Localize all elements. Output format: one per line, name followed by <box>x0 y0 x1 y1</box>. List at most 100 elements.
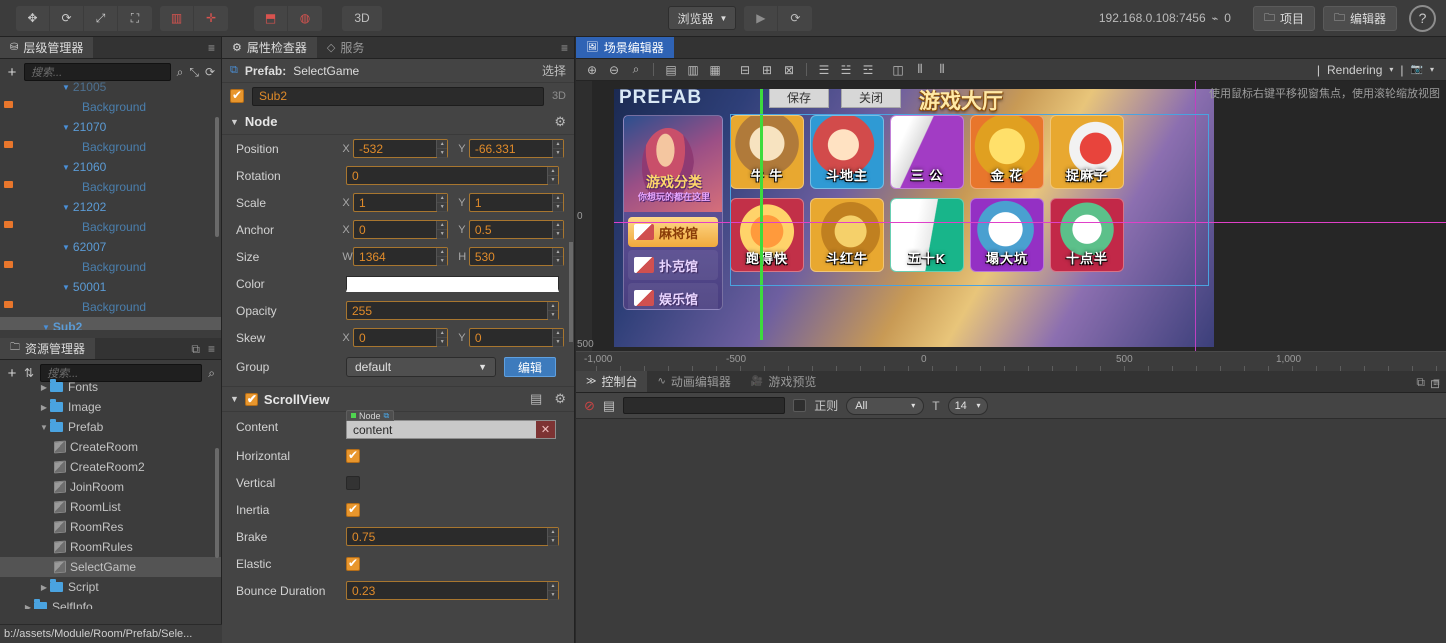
gizmo-local-icon[interactable]: ⬒ <box>254 6 288 31</box>
expand-arrow-icon[interactable]: ▼ <box>62 163 70 172</box>
brake-input[interactable]: 0.75 ▲▼ <box>346 527 559 546</box>
expand-arrow-icon[interactable]: ▼ <box>62 83 70 92</box>
content-clear-button[interactable]: ✕ <box>536 421 555 438</box>
y-axis-gizmo[interactable] <box>760 89 763 340</box>
toggle-3d-button[interactable]: 3D <box>342 6 382 31</box>
move-tool[interactable]: ✥ <box>16 6 50 31</box>
hierarchy-scrollbar[interactable] <box>215 117 219 237</box>
chevron-down-icon[interactable]: ▾ <box>1389 65 1393 74</box>
distribute-h-icon[interactable]: ◫ <box>888 61 908 79</box>
open-project-button[interactable]: 🗀 项目 <box>1253 6 1315 31</box>
open-editor-button[interactable]: 🗀 编辑器 <box>1323 6 1397 31</box>
rotate-tool[interactable]: ⟳ <box>50 6 84 31</box>
expand-arrow-icon[interactable]: ▼ <box>62 123 70 132</box>
align-bottom-icon[interactable]: ⊠ <box>779 61 799 79</box>
hierarchy-node[interactable]: Background <box>0 97 221 117</box>
collapse-arrow-icon[interactable]: ▶ <box>38 403 50 412</box>
asset-prefab-row[interactable]: JoinRoom <box>0 477 221 497</box>
asset-prefab-row[interactable]: RoomRes <box>0 517 221 537</box>
asset-prefab-row[interactable]: CreateRoom2 <box>0 457 221 477</box>
scale-x-stepper[interactable]: ▲▼ <box>436 194 447 211</box>
hierarchy-tree[interactable]: ▼21005Background▼21070Background▼21060Ba… <box>0 77 221 330</box>
rendering-label[interactable]: Rendering <box>1327 63 1382 77</box>
tab-hierarchy[interactable]: ⛁ 层级管理器 <box>0 37 93 58</box>
scrollview-section-header[interactable]: ▼ ScrollView ▤ ⚙ <box>222 386 574 412</box>
console-filter-input[interactable] <box>623 397 785 414</box>
assets-scrollbar[interactable] <box>215 448 219 558</box>
assets-tree[interactable]: ▶Fonts▶Image▼PrefabCreateRoomCreateRoom2… <box>0 377 221 609</box>
hierarchy-node[interactable]: Background <box>0 297 221 317</box>
inspector-menu-icon[interactable]: ≡ <box>561 41 568 55</box>
browser-selector[interactable]: 浏览器 ▼ <box>668 6 736 30</box>
tab-game-preview[interactable]: 🎥 游戏预览 <box>741 371 826 392</box>
bounce-duration-input[interactable]: 0.23 ▲▼ <box>346 581 559 600</box>
regex-checkbox[interactable] <box>793 399 806 412</box>
assets-copy-icon[interactable]: ⧉ <box>191 342 200 357</box>
hierarchy-node[interactable]: Background <box>0 137 221 157</box>
scale-y-input[interactable]: 1 ▲▼ <box>469 193 564 212</box>
rotation-stepper[interactable]: ▲▼ <box>547 167 558 184</box>
color-swatch[interactable] <box>346 276 559 292</box>
anchor-y-input[interactable]: 0.5 ▲▼ <box>469 220 564 239</box>
asset-prefab-row[interactable]: RoomRules <box>0 537 221 557</box>
node-section-gear-icon[interactable]: ⚙ <box>554 114 566 130</box>
play-button[interactable]: ▶ <box>744 6 778 31</box>
skew-x-input[interactable]: 0 ▲▼ <box>353 328 448 347</box>
distribute-top-icon[interactable]: ☰ <box>814 61 834 79</box>
expand-arrow-icon[interactable]: ▼ <box>42 323 50 331</box>
hierarchy-node[interactable]: ▼21202 <box>0 197 221 217</box>
game-card[interactable]: 十点半 <box>1050 198 1124 272</box>
hierarchy-node[interactable]: ▼62007 <box>0 237 221 257</box>
scrollview-gear-icon[interactable]: ⚙ <box>554 391 566 407</box>
asset-prefab-row[interactable]: CreateRoom <box>0 437 221 457</box>
zoom-out-icon[interactable]: ⊖ <box>604 61 624 79</box>
group-edit-button[interactable]: 编辑 <box>504 357 556 377</box>
expand-arrow-icon[interactable]: ▼ <box>62 283 70 292</box>
expand-arrow-icon[interactable]: ▼ <box>38 423 50 432</box>
asset-folder-row[interactable]: ▶Fonts <box>0 377 221 397</box>
game-card[interactable]: 金 花 <box>970 115 1044 189</box>
scrollview-enabled-checkbox[interactable] <box>245 393 258 406</box>
log-file-button[interactable]: ▤ <box>603 398 615 414</box>
elastic-checkbox[interactable] <box>346 557 360 571</box>
scrollview-help-icon[interactable]: ▤ <box>530 391 542 407</box>
console-log-area[interactable] <box>576 419 1446 643</box>
lock-icon[interactable] <box>4 222 13 233</box>
align-right-icon[interactable]: ▦ <box>705 61 725 79</box>
opacity-input[interactable]: 255 ▲▼ <box>346 301 559 320</box>
coordinate-toggle[interactable]: ✛ <box>194 6 228 31</box>
game-card[interactable]: 捉麻子 <box>1050 115 1124 189</box>
position-y-stepper[interactable]: ▲▼ <box>552 140 563 157</box>
game-card[interactable]: 斗红牛 <box>810 198 884 272</box>
align-top-icon[interactable]: ⊟ <box>735 61 755 79</box>
distribute-middle-icon[interactable]: ☱ <box>836 61 856 79</box>
scale-tool[interactable]: ⤢ <box>84 6 118 31</box>
tab-console[interactable]: ≫ 控制台 <box>576 371 647 392</box>
hierarchy-menu-icon[interactable]: ≡ <box>208 41 215 55</box>
clear-console-button[interactable]: ⊘ <box>584 398 595 414</box>
opacity-stepper[interactable]: ▲▼ <box>547 302 558 319</box>
hierarchy-node[interactable]: ▼21070 <box>0 117 221 137</box>
distribute-v-icon[interactable]: ⦀ <box>910 61 930 79</box>
game-card[interactable]: 跑得快 <box>730 198 804 272</box>
asset-folder-row[interactable]: ▼Prefab <box>0 417 221 437</box>
content-field[interactable]: content ✕ <box>346 420 556 439</box>
game-card[interactable]: 牛 牛 <box>730 115 804 189</box>
scale-x-input[interactable]: 1 ▲▼ <box>353 193 448 212</box>
console-float-icon[interactable]: ⧉ <box>1416 375 1425 390</box>
vertical-checkbox[interactable] <box>346 476 360 490</box>
lock-icon[interactable] <box>4 142 13 153</box>
distribute-eq-icon[interactable]: ⫴ <box>932 61 952 79</box>
help-button[interactable]: ? <box>1409 5 1436 32</box>
external-link-icon[interactable]: ⧉ <box>384 411 390 421</box>
node-section-header[interactable]: ▼ Node ⚙ <box>222 109 574 135</box>
zoom-fit-icon[interactable]: ⌕ <box>626 61 646 79</box>
hierarchy-node[interactable]: Background <box>0 217 221 237</box>
game-card[interactable]: 五十K <box>890 198 964 272</box>
refresh-button[interactable]: ⟳ <box>778 6 812 31</box>
font-size-select[interactable]: 14 ▾ <box>948 397 988 415</box>
asset-prefab-row[interactable]: SelectGame <box>0 557 221 577</box>
anchor-y-stepper[interactable]: ▲▼ <box>552 221 563 238</box>
size-width-stepper[interactable]: ▲▼ <box>436 248 447 265</box>
horizontal-checkbox[interactable] <box>346 449 360 463</box>
